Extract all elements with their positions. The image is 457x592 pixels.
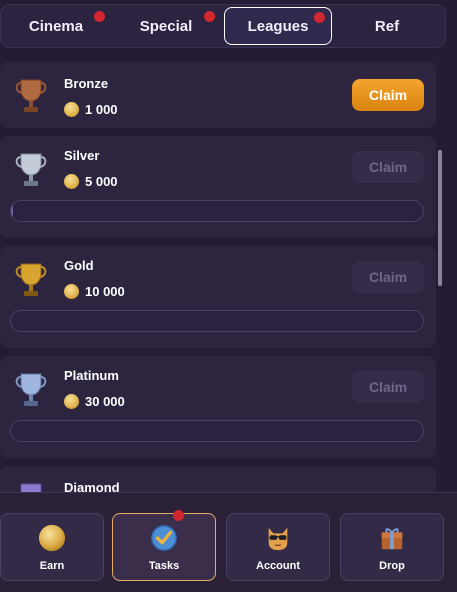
nav-label: Account <box>256 560 300 572</box>
league-reward: 10 000 <box>64 284 125 299</box>
coin-icon <box>64 174 79 189</box>
league-name: Silver <box>64 148 100 163</box>
league-reward: 30 000 <box>64 394 125 409</box>
league-reward: 1 000 <box>64 102 118 117</box>
league-progress-bar <box>10 420 424 442</box>
gold-trophy-icon <box>15 263 47 296</box>
league-list[interactable]: Bronze 1 000 Claim Silver 5 000 Claim Go… <box>0 58 446 494</box>
scrollbar[interactable] <box>438 150 442 286</box>
claim-button-gold[interactable]: Claim <box>352 261 424 293</box>
reward-amount: 30 000 <box>85 394 125 409</box>
platinum-trophy-icon <box>15 373 47 406</box>
coin-icon <box>38 524 66 552</box>
bottom-nav: Earn Tasks Account Drop <box>0 492 457 592</box>
league-card-platinum: Platinum 30 000 Claim <box>0 356 436 458</box>
nav-account[interactable]: Account <box>226 513 330 581</box>
tab-cinema[interactable]: Cinema <box>1 7 111 45</box>
nav-tasks[interactable]: Tasks <box>112 510 216 581</box>
nav-label: Drop <box>379 560 405 572</box>
bronze-trophy-icon <box>15 79 47 112</box>
claim-button-platinum[interactable]: Claim <box>352 371 424 403</box>
silver-trophy-icon <box>15 153 47 186</box>
league-tabs: Cinema Special Leagues Ref <box>0 4 446 48</box>
league-reward: 5 000 <box>64 174 118 189</box>
cat-sunglasses-icon <box>268 527 288 551</box>
tab-label: Special <box>139 17 193 35</box>
coin-icon <box>64 284 79 299</box>
nav-label: Tasks <box>148 560 180 572</box>
league-name: Bronze <box>64 76 109 91</box>
coin-icon <box>64 102 79 117</box>
gift-box-icon <box>381 528 403 550</box>
league-card-silver: Silver 5 000 Claim <box>0 136 436 238</box>
notification-badge <box>94 11 105 22</box>
notification-badge <box>173 510 184 521</box>
league-name: Platinum <box>64 368 119 383</box>
tab-special[interactable]: Special <box>111 7 221 45</box>
reward-amount: 10 000 <box>85 284 125 299</box>
nav-drop[interactable]: Drop <box>340 513 444 581</box>
claim-button-bronze[interactable]: Claim <box>352 79 424 111</box>
league-progress-bar <box>10 310 424 332</box>
tasks-check-icon <box>151 525 177 551</box>
league-name: Gold <box>64 258 94 273</box>
notification-badge <box>204 11 215 22</box>
tab-label: Ref <box>374 17 400 35</box>
tab-ref[interactable]: Ref <box>332 7 442 45</box>
league-card-gold: Gold 10 000 Claim <box>0 246 436 348</box>
coin-icon <box>64 394 79 409</box>
nav-earn[interactable]: Earn <box>0 513 104 581</box>
league-progress-bar <box>10 200 424 222</box>
progress-fill <box>11 201 13 221</box>
tab-leagues[interactable]: Leagues <box>224 7 332 45</box>
reward-amount: 1 000 <box>85 102 118 117</box>
claim-button-silver[interactable]: Claim <box>352 151 424 183</box>
league-card-diamond: Diamond <box>0 466 436 494</box>
nav-label: Earn <box>39 560 65 572</box>
tab-label: Leagues <box>247 17 309 35</box>
tab-label: Cinema <box>28 17 84 35</box>
league-card-bronze: Bronze 1 000 Claim <box>0 62 436 128</box>
reward-amount: 5 000 <box>85 174 118 189</box>
notification-badge <box>314 12 325 23</box>
